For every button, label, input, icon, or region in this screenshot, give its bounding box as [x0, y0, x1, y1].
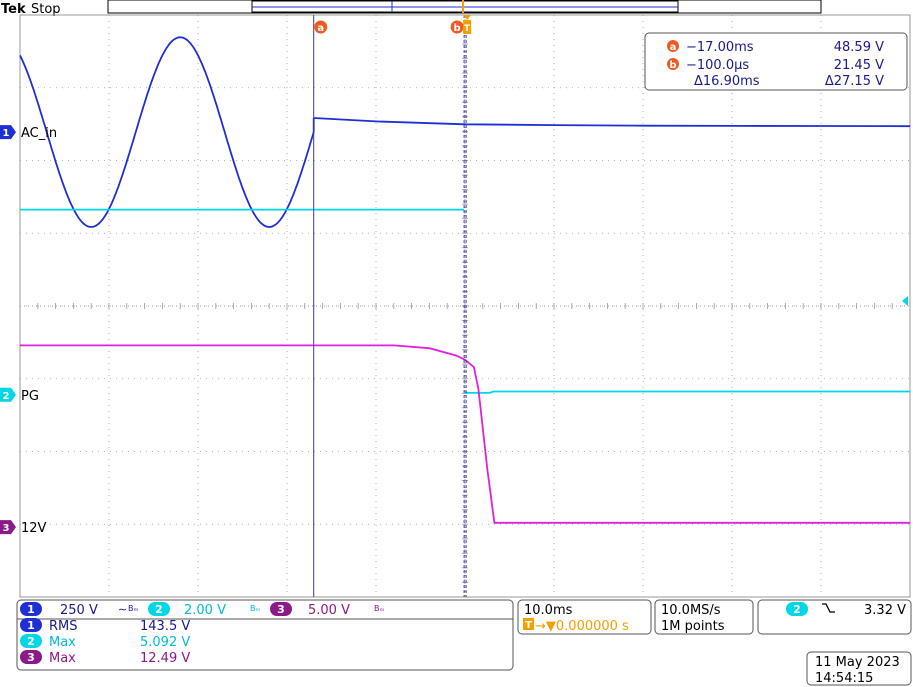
ch1-label: AC_in [21, 126, 57, 141]
cursor-delta-time: Δ16.90ms [694, 74, 760, 89]
ch1-marker-number: 1 [3, 128, 10, 139]
vertical-scale-panel[interactable]: 1 250 V ∼ Bₘ 2 2.00 V Bₘ 3 5.00 V Bₘ 1 RM… [16, 599, 514, 671]
waveform-AC_in [313, 117, 911, 128]
waveform-12V [20, 344, 910, 524]
ch3-scale: 5.00 V [308, 603, 350, 618]
record-view-bar[interactable] [107, 0, 822, 14]
measurement-2-number: 2 [27, 635, 35, 648]
ch2-bw-icon: Bₘ [250, 604, 260, 613]
ch2-marker-number: 2 [3, 391, 10, 402]
datetime-panel: 11 May 2023 14:54:15 [806, 651, 912, 686]
timebase-panel[interactable]: 10.0ms T →▼0.000000 s [517, 599, 652, 635]
trigger-level: 3.32 V [864, 603, 906, 618]
cursor-b-time: −100.0µs [686, 58, 749, 73]
ch2-scale-number: 2 [155, 603, 163, 616]
ch3-bw-icon: Bₘ [374, 604, 384, 613]
measurement-1-name: RMS [49, 619, 78, 634]
measurement-1-value: 143.5 V [140, 619, 190, 634]
channel-markers: 1 AC_in 2 PG 3 12V [0, 125, 57, 536]
cursor-b-badge-label: b [669, 60, 676, 71]
ch2-label: PG [21, 389, 39, 404]
cursor-a-time: −17.00ms [686, 40, 754, 55]
cursor-a-badge-label: a [670, 42, 677, 53]
measurement-1-number: 1 [27, 619, 35, 632]
cursor-delta-value: Δ27.15 V [825, 74, 884, 89]
date: 11 May 2023 [815, 655, 900, 670]
trigger-level-marker[interactable] [902, 296, 908, 306]
trigger-marker-label: T [464, 24, 471, 34]
cursor-a-value: 48.59 V [834, 40, 884, 55]
waveform-PG [465, 390, 910, 394]
ch3-label: 12V [21, 521, 47, 536]
ch3-marker-number: 3 [3, 523, 10, 534]
sample-rate: 10.0MS/s [661, 603, 721, 618]
cursor-a-marker-label: a [317, 23, 324, 34]
time-per-div: 10.0ms [524, 603, 573, 618]
time: 14:54:15 [815, 671, 873, 686]
trigger-position-icon-label: T [525, 620, 532, 631]
waveform-AC_in [19, 36, 315, 228]
measurement-3-number: 3 [27, 651, 35, 664]
cursor-readout: a −17.00ms 48.59 V b −100.0µs 21.45 V Δ1… [644, 32, 908, 91]
measurement-3-name: Max [49, 651, 76, 666]
measurement-2-name: Max [49, 635, 76, 650]
trigger-position: →▼0.000000 s [535, 619, 629, 634]
measurement-3-value: 12.49 V [140, 651, 190, 666]
acquisition-panel[interactable]: 10.0MS/s 1M points [654, 599, 754, 635]
measurement-2-value: 5.092 V [140, 635, 190, 650]
record-length: 1M points [661, 619, 725, 634]
ch3-scale-number: 3 [277, 603, 285, 616]
waveforms [19, 36, 911, 524]
cursor-b-marker-label: b [454, 23, 461, 34]
trigger-panel[interactable]: 2 3.32 V [757, 599, 912, 635]
ch2-scale: 2.00 V [184, 603, 226, 618]
trigger-source-number: 2 [793, 603, 801, 616]
ch1-bw-icon: Bₘ [128, 604, 138, 613]
ch1-scale-number: 1 [27, 603, 35, 616]
ch1-scale: 250 V [60, 603, 98, 618]
oscilloscope-screen: Tek Stop abT 1 AC_in2 PG3 12V a −17.00ms 48… [0, 0, 912, 686]
graticule [19, 14, 911, 598]
cursor-b-value: 21.45 V [834, 58, 884, 73]
ch1-coupling-icon: ∼ [118, 603, 127, 616]
